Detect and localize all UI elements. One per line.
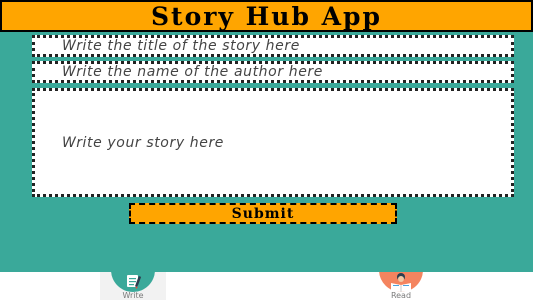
write-icon xyxy=(111,272,155,292)
bottom-tab-bar: Write Read xyxy=(0,272,533,300)
story-text-placeholder: Write your story here xyxy=(62,135,225,151)
app-header: Story Hub App xyxy=(0,0,533,32)
story-text-input[interactable]: Write your story here xyxy=(32,88,514,197)
story-title-input[interactable]: Write the title of the story here xyxy=(32,35,514,57)
submit-button[interactable]: Submit xyxy=(129,203,397,224)
author-name-input[interactable]: Write the name of the author here xyxy=(32,61,514,83)
app-title: Story Hub App xyxy=(150,1,383,31)
author-name-placeholder: Write the name of the author here xyxy=(62,64,323,80)
story-title-placeholder: Write the title of the story here xyxy=(62,38,300,54)
tab-write-label: Write xyxy=(122,291,144,300)
tab-read[interactable]: Read xyxy=(368,272,434,300)
read-icon xyxy=(379,272,423,292)
tab-read-label: Read xyxy=(390,291,412,300)
tab-write[interactable]: Write xyxy=(100,272,166,300)
